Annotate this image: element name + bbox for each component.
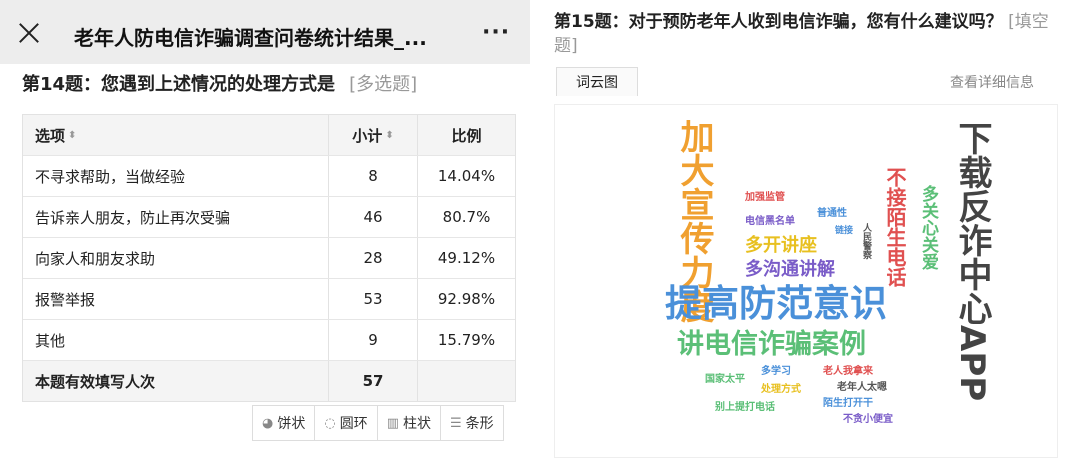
percent-cell: 15.79% [437,331,496,349]
view-details-link[interactable]: 查看详细信息 [950,72,1034,92]
word-cloud: 加大宣传力度 下载反诈中心APP 不接陌生电话 多关心关爱 加强监管 电信黑名单… [554,104,1058,458]
count-cell: 8 [329,156,418,196]
top-bar: 老年人防电信诈骗调查问卷统计结果_... ··· [0,0,530,64]
word-cloud-word: 多学习 [761,366,791,377]
table-total-row: 本题有效填写人次 57 [23,361,515,401]
word-cloud-word: 电信黑名单 [745,216,795,227]
tab-column[interactable]: ▥ 柱状 [378,406,441,440]
total-label: 本题有效填写人次 [23,361,329,401]
count-cell: 9 [329,320,418,360]
count-cell: 28 [329,238,418,278]
column-header-count[interactable]: 小计 ⬍ [329,115,418,155]
word-cloud-word: 老年人太嗯 [837,382,887,393]
question-15-panel: 第15题：对于预防老年人收到电信诈骗，您有什么建议吗？ [填空题] 词云图 查看… [540,0,1080,464]
word-cloud-word: 多开讲座 [745,235,817,256]
question-title: 第14题：您遇到上述情况的处理方式是 [22,74,336,95]
bar-icon: ☰ [449,415,462,431]
word-cloud-word: 加强监管 [745,192,785,203]
tab-ring[interactable]: ◌ 圆环 [315,406,378,440]
option-cell: 报警举报 [23,279,329,319]
count-cell: 46 [329,197,418,237]
percent-cell: 92.98% [437,290,496,308]
table-row: 其他 9 15.79% [23,320,515,361]
tab-pie[interactable]: ◕ 饼状 [253,406,316,440]
word-cloud-word: 普通性 [817,208,847,219]
percent-cell: 49.12% [437,249,496,267]
option-cell: 其他 [23,320,329,360]
table-row: 报警举报 53 92.98% [23,279,515,320]
word-cloud-word: 陌生打开干 [823,398,873,409]
close-icon[interactable] [18,22,40,44]
word-cloud-word: 别上提打电话 [715,402,775,413]
word-cloud-word: 多沟通讲解 [745,259,835,280]
column-icon: ▥ [386,415,399,431]
table-row: 向家人和朋友求助 28 49.12% [23,238,515,279]
survey-results-panel: 老年人防电信诈骗调查问卷统计结果_... ··· 第14题：您遇到上述情况的处理… [0,0,530,464]
word-cloud-word: 讲电信诈骗案例 [677,329,866,360]
word-cloud-word: 不贪小便宜 [843,414,893,425]
tab-wordcloud[interactable]: 词云图 [556,67,638,96]
column-header-percent: 比例 [451,126,482,145]
word-cloud-word: 处理方式 [761,384,801,395]
question-14-heading: 第14题：您遇到上述情况的处理方式是 [多选题] [22,70,417,96]
tab-bar[interactable]: ☰ 条形 [441,406,503,440]
percent-cell: 80.7% [442,208,491,226]
sort-icon[interactable]: ⬍ [68,130,76,141]
total-value: 57 [329,361,418,401]
table-row: 不寻求帮助，当做经验 8 14.04% [23,156,515,197]
question-type-tag: [多选题] [349,74,418,95]
chart-type-tabs: ◕ 饼状 ◌ 圆环 ▥ 柱状 ☰ 条形 [252,405,504,441]
option-cell: 向家人和朋友求助 [23,238,329,278]
word-cloud-word: 链接 [835,226,854,236]
total-empty-cell [418,361,515,401]
question-title: 第15题：对于预防老年人收到电信诈骗，您有什么建议吗？ [554,12,1003,32]
ring-icon: ◌ [324,415,336,431]
page-title: 老年人防电信诈骗调查问卷统计结果_... [74,26,427,50]
count-cell: 53 [329,279,418,319]
results-table: 选项 ⬍ 小计 ⬍ 比例 不寻求帮助，当做经验 8 14.04% 告诉亲人朋友，防止… [22,114,516,402]
option-cell: 告诉亲人朋友，防止再次受骗 [23,197,329,237]
column-header-option[interactable]: 选项 ⬍ [23,115,329,155]
more-options-button[interactable]: ··· [482,20,510,45]
word-cloud-word: 国家太平 [705,374,745,385]
pie-icon: ◕ [262,415,274,431]
word-cloud-word: 人民警察 [861,223,871,259]
table-header-row: 选项 ⬍ 小计 ⬍ 比例 [23,115,515,156]
sort-icon[interactable]: ⬍ [385,130,393,141]
word-cloud-word: 提高防范意识 [665,282,887,325]
word-cloud-word: 老人我拿来 [823,366,873,377]
word-cloud-word: 多关心关爱 [918,185,938,270]
table-row: 告诉亲人朋友，防止再次受骗 46 80.7% [23,197,515,238]
word-cloud-word: 下载反诈中心APP [952,121,992,402]
percent-cell: 14.04% [437,167,496,185]
option-cell: 不寻求帮助，当做经验 [23,156,329,196]
word-cloud-word: 不接陌生电话 [883,167,907,287]
question-15-heading: 第15题：对于预防老年人收到电信诈骗，您有什么建议吗？ [填空题] [554,10,1054,58]
